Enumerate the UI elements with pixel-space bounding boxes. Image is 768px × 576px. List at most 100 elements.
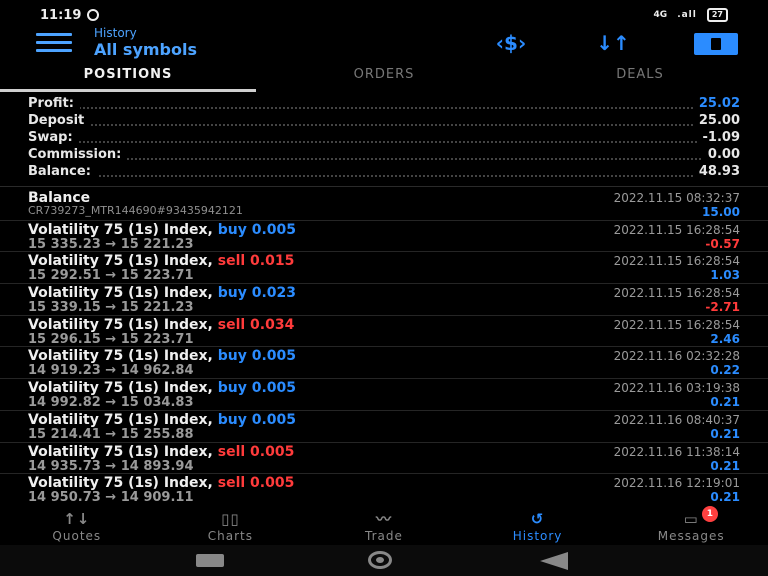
nav-label: Trade xyxy=(365,529,403,543)
signal-icon: .all xyxy=(677,10,697,20)
app-bar: History All symbols ‹$› ↓↑ xyxy=(0,26,768,60)
entry-symbol: Volatility 75 (1s) Index, xyxy=(28,316,213,333)
nav-messages[interactable]: ▭ 1 Messages xyxy=(614,505,768,545)
entry-side: buy 0.005 xyxy=(217,411,297,428)
entry-time: 2022.11.15 16:28:54 xyxy=(613,222,740,237)
list-item[interactable]: Volatility 75 (1s) Index, buy 0.005 15 2… xyxy=(0,411,768,443)
menu-icon[interactable] xyxy=(36,33,72,52)
nav-label: Quotes xyxy=(52,529,102,543)
currency-exchange-icon[interactable]: ‹$› xyxy=(488,30,534,56)
entry-side: buy 0.023 xyxy=(217,285,297,302)
summary-value: -1.09 xyxy=(696,130,740,145)
sort-icon[interactable]: ↓↑ xyxy=(590,30,636,56)
dot-leader xyxy=(28,107,740,109)
nav-label: Messages xyxy=(657,529,725,543)
entry-side: buy 0.005 xyxy=(217,221,297,238)
system-nav-bar xyxy=(0,545,768,576)
entry-title: Volatility 75 (1s) Index, sell 0.034 xyxy=(28,317,294,333)
entry-title: Volatility 75 (1s) Index, sell 0.005 xyxy=(28,475,294,491)
trade-icon: 〰 xyxy=(375,510,392,528)
entry-time: 2022.11.15 16:28:54 xyxy=(613,254,740,269)
nav-trade[interactable]: 〰 Trade xyxy=(307,505,461,545)
entry-profit: 1.03 xyxy=(710,268,740,283)
list-item[interactable]: Volatility 75 (1s) Index, buy 0.005 14 9… xyxy=(0,347,768,380)
nav-label: Charts xyxy=(207,529,253,543)
tab-deals[interactable]: DEALS xyxy=(512,62,768,92)
summary-label: Swap: xyxy=(28,130,79,145)
entry-prices: 15 296.15 → 15 223.71 xyxy=(28,331,194,347)
back-icon[interactable] xyxy=(540,552,568,570)
entry-symbol: Volatility 75 (1s) Index, xyxy=(28,348,213,365)
entry-amount: 15.00 xyxy=(702,205,740,219)
home-icon[interactable] xyxy=(368,551,392,569)
history-icon: ↺ xyxy=(530,510,545,528)
entry-prices: 14 992.82 → 15 034.83 xyxy=(28,395,194,411)
entry-symbol: Volatility 75 (1s) Index, xyxy=(28,253,213,270)
list-item[interactable]: Volatility 75 (1s) Index, buy 0.005 15 3… xyxy=(0,221,768,253)
entry-title: Volatility 75 (1s) Index, sell 0.005 xyxy=(28,444,294,460)
entry-time: 2022.11.16 02:32:28 xyxy=(613,349,740,364)
entry-prices: 15 214.41 → 15 255.88 xyxy=(28,426,194,442)
status-left: 11:19 xyxy=(40,8,100,23)
calendar-icon[interactable] xyxy=(694,33,738,55)
recents-icon[interactable] xyxy=(196,554,224,567)
alarm-icon xyxy=(87,9,100,21)
list-item[interactable]: Volatility 75 (1s) Index, buy 0.005 14 9… xyxy=(0,379,768,411)
nav-quotes[interactable]: ↑↓ Quotes xyxy=(0,505,154,545)
network-indicator: 4G xyxy=(653,10,668,20)
bottom-nav: ↑↓ Quotes ▯▯ Charts 〰 Trade ↺ History ▭ 1… xyxy=(0,505,768,545)
summary-label: Deposit xyxy=(28,113,91,128)
nav-label: History xyxy=(512,529,563,543)
entry-symbol: Volatility 75 (1s) Index, xyxy=(28,411,213,428)
unread-badge: 1 xyxy=(702,506,719,522)
list-item[interactable]: Volatility 75 (1s) Index, sell 0.005 14 … xyxy=(0,474,768,506)
entry-comment: CR739273_MTR144690#93435942121 xyxy=(28,204,243,217)
entry-prices: 14 950.73 → 14 909.11 xyxy=(28,490,194,506)
summary-value: 25.02 xyxy=(692,96,740,111)
summary-label: Commission: xyxy=(28,147,128,162)
tab-positions[interactable]: POSITIONS xyxy=(0,62,256,92)
entry-time: 2022.11.15 16:28:54 xyxy=(613,317,740,332)
divider xyxy=(0,186,768,187)
entry-time: 2022.11.16 08:40:37 xyxy=(613,412,740,427)
dot-leader xyxy=(28,141,740,143)
entry-time: 2022.11.15 16:28:54 xyxy=(613,286,740,301)
entry-profit: 2.46 xyxy=(710,331,740,346)
list-item[interactable]: Volatility 75 (1s) Index, sell 0.005 14 … xyxy=(0,443,768,475)
summary-value: 25.00 xyxy=(692,113,740,128)
dot-leader xyxy=(28,124,740,126)
entry-side: buy 0.005 xyxy=(217,348,297,365)
summary-row-commission: Commission: 0.00 xyxy=(28,147,740,164)
entry-symbol: Volatility 75 (1s) Index, xyxy=(28,443,213,460)
title-block[interactable]: History All symbols xyxy=(94,26,197,60)
list-item[interactable]: Volatility 75 (1s) Index, buy 0.023 15 3… xyxy=(0,284,768,316)
dot-leader xyxy=(28,175,740,177)
charts-icon: ▯▯ xyxy=(221,510,240,528)
entry-profit: 0.21 xyxy=(710,458,740,473)
list-item[interactable]: Volatility 75 (1s) Index, sell 0.015 15 … xyxy=(0,252,768,285)
entry-profit: 0.21 xyxy=(710,395,740,410)
entry-side: sell 0.005 xyxy=(217,475,295,492)
summary-row-swap: Swap: -1.09 xyxy=(28,130,740,147)
nav-history[interactable]: ↺ History xyxy=(461,505,615,545)
entry-symbol: Volatility 75 (1s) Index, xyxy=(28,285,213,302)
entry-prices: 15 339.15 → 15 221.23 xyxy=(28,300,194,316)
entry-profit: -0.57 xyxy=(705,236,740,251)
summary-row-balance: Balance: 48.93 xyxy=(28,164,740,181)
tab-orders[interactable]: ORDERS xyxy=(256,62,512,92)
list-item[interactable]: Volatility 75 (1s) Index, sell 0.034 15 … xyxy=(0,316,768,348)
nav-charts[interactable]: ▯▯ Charts xyxy=(154,505,308,545)
balance-entry[interactable]: Balance CR739273_MTR144690#93435942121 2… xyxy=(0,189,768,221)
entry-profit: -2.71 xyxy=(705,300,740,315)
status-right: 4G .all 27 xyxy=(654,8,728,22)
entry-prices: 15 292.51 → 15 223.71 xyxy=(28,268,194,284)
entry-title: Volatility 75 (1s) Index, buy 0.005 xyxy=(28,222,296,238)
entry-profit: 0.21 xyxy=(710,426,740,441)
entry-title: Volatility 75 (1s) Index, buy 0.023 xyxy=(28,285,296,301)
entry-symbol: Volatility 75 (1s) Index, xyxy=(28,380,213,397)
entry-side: sell 0.015 xyxy=(217,253,295,270)
entry-title: Volatility 75 (1s) Index, buy 0.005 xyxy=(28,380,296,396)
tab-bar: POSITIONS ORDERS DEALS xyxy=(0,62,768,92)
history-list: Balance CR739273_MTR144690#93435942121 2… xyxy=(0,189,768,506)
battery-icon: 27 xyxy=(706,8,728,22)
